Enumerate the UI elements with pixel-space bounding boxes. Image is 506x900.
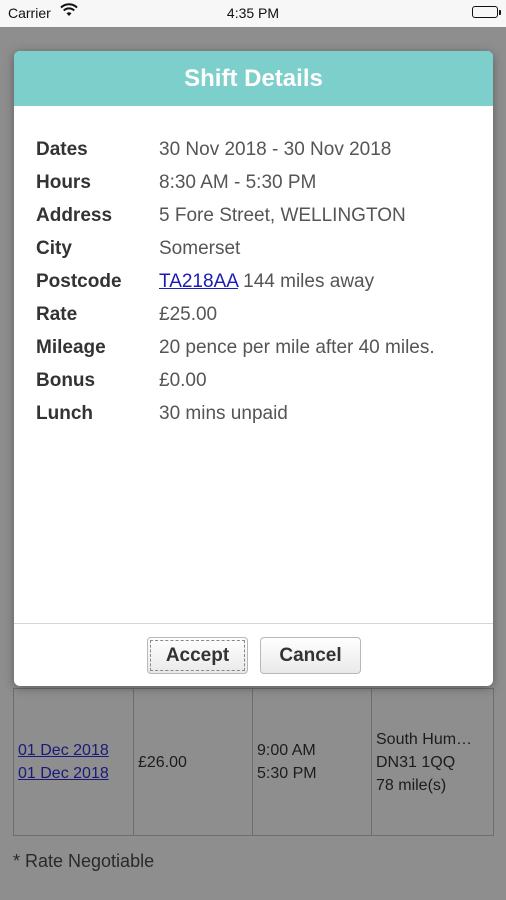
status-bar: Carrier 4:35 PM [0,0,506,27]
accept-button[interactable]: Accept [147,637,248,674]
detail-value: 30 Nov 2018 - 30 Nov 2018 [159,138,392,160]
rate-value: £26.00 [138,753,187,771]
detail-row-bonus: Bonus £0.00 [36,364,483,397]
detail-label: Dates [36,138,88,160]
detail-row-hours: Hours 8:30 AM - 5:30 PM [36,166,483,199]
clock: 4:35 PM [226,5,280,21]
detail-row-dates: Dates 30 Nov 2018 - 30 Nov 2018 [36,133,483,166]
detail-value: Somerset [159,237,241,259]
location-distance: 78 mile(s) [376,776,447,794]
detail-value: £25.00 [159,303,218,325]
detail-value: £0.00 [159,369,207,391]
date-end-link[interactable]: 01 Dec 2018 [18,762,133,785]
detail-row-city: City Somerset [36,232,483,265]
shift-table-row: 01 Dec 2018 01 Dec 2018 £26.00 9:00 AM 5… [13,688,494,836]
location-postcode: DN31 1QQ [376,753,456,771]
detail-label: Bonus [36,369,96,391]
location-cell: South Hum… DN31 1QQ 78 mile(s) [372,689,493,835]
detail-label: Postcode [36,270,122,292]
detail-label: Rate [36,303,78,325]
detail-label: Mileage [36,336,106,358]
detail-label: City [36,237,72,259]
detail-label: Hours [36,171,91,193]
details-list: Dates 30 Nov 2018 - 30 Nov 2018 Hours 8:… [36,133,483,430]
rate-negotiable-note: * Rate Negotiable [13,851,155,871]
postcode-link[interactable]: TA218AA [159,271,238,292]
battery-icon [472,6,501,18]
detail-value: 20 pence per mile after 40 miles. [159,336,435,358]
time-start: 9:00 AM [257,742,316,759]
hours-cell: 9:00 AM 5:30 PM [253,689,372,835]
dates-cell: 01 Dec 2018 01 Dec 2018 [14,689,134,835]
detail-row-address: Address 5 Fore Street, WELLINGTON [36,199,483,232]
detail-row-rate: Rate £25.00 [36,298,483,331]
time-end: 5:30 PM [257,765,317,782]
detail-row-postcode: Postcode TA218AA 144 miles away [36,265,483,298]
dialog-title: Shift Details [14,51,493,106]
footer-divider [14,623,493,624]
detail-label: Lunch [36,402,93,424]
location-name: South Hum… [376,730,473,748]
rate-cell: £26.00 [134,689,253,835]
detail-value: 8:30 AM - 5:30 PM [159,171,317,193]
detail-value: 30 mins unpaid [159,402,288,424]
detail-row-lunch: Lunch 30 mins unpaid [36,397,483,430]
cancel-button[interactable]: Cancel [260,637,361,674]
shift-details-dialog: Shift Details Dates 30 Nov 2018 - 30 Nov… [14,51,493,686]
detail-label: Address [36,204,113,226]
date-start-link[interactable]: 01 Dec 2018 [18,739,133,762]
detail-row-mileage: Mileage 20 pence per mile after 40 miles… [36,331,483,364]
postcode-distance: 144 miles away [237,270,375,292]
detail-value: 5 Fore Street, WELLINGTON [159,204,406,226]
detail-value: TA218AA 144 miles away [159,271,374,293]
